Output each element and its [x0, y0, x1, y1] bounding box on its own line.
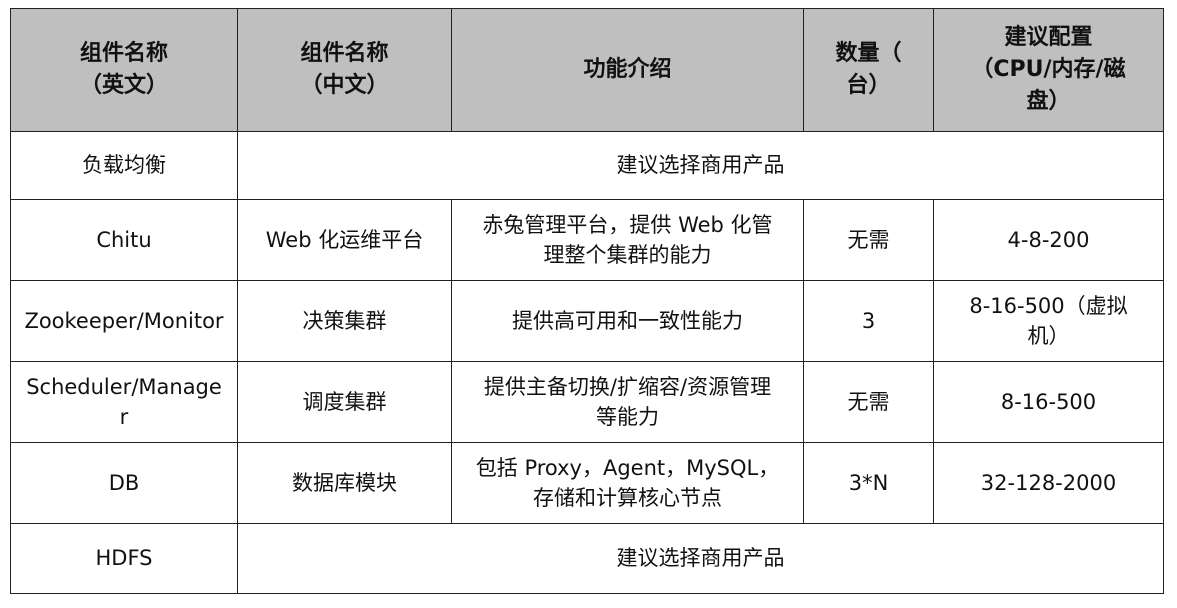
cell-function-line-1: 提供主备切换/扩缩容/资源管理: [483, 374, 772, 399]
cell-name-zh: 调度集群: [237, 361, 452, 443]
cell-name-en: DB: [10, 442, 238, 524]
cell-function-line-2: 存储和计算核心节点: [533, 486, 722, 510]
component-spec-table: 组件名称 （英文） 组件名称 （中文） 功能介绍 数量（ 台） 建议配置 （CP…: [10, 8, 1164, 594]
cell-config: 32-128-2000: [933, 442, 1164, 524]
table-row-hdfs: HDFS 建议选择商用产品: [10, 523, 1164, 594]
cell-name-en: Zookeeper/Monitor: [10, 280, 238, 362]
table-row-load-balancer: 负载均衡 建议选择商用产品: [10, 131, 1164, 200]
cell-config: 8-16-500（虚拟 机）: [933, 280, 1164, 362]
cell-name-zh: 决策集群: [237, 280, 452, 362]
cell-quantity: 无需: [803, 361, 934, 443]
header-row: 组件名称 （英文） 组件名称 （中文） 功能介绍 数量（ 台） 建议配置 （CP…: [10, 8, 1164, 132]
table-row-zookeeper: Zookeeper/Monitor 决策集群 提供高可用和一致性能力 3 8-1…: [10, 280, 1164, 362]
cell-name-en: Scheduler/Manage r: [10, 361, 238, 443]
cell-config: 4-8-200: [933, 199, 1164, 281]
header-name-en-line-2: （英文）: [79, 73, 168, 98]
cell-name-en-line-1: Scheduler/Manage: [26, 374, 222, 399]
cell-function-line-1: 包括 Proxy，Agent，MySQL，: [475, 455, 780, 480]
cell-name-zh: Web 化运维平台: [237, 199, 452, 281]
cell-quantity: 3*N: [803, 442, 934, 524]
header-name-zh: 组件名称 （中文）: [237, 8, 452, 132]
header-quantity: 数量（ 台）: [803, 8, 934, 132]
cell-name-en: Chitu: [10, 199, 238, 281]
header-name-zh-line-1: 组件名称: [300, 41, 389, 67]
cell-quantity: 无需: [803, 199, 934, 281]
cell-function-line-1: 赤兔管理平台，提供 Web 化管: [482, 212, 773, 237]
cell-config-line-1: 8-16-500（虚拟: [969, 293, 1128, 318]
header-name-en-line-1: 组件名称: [79, 41, 168, 67]
cell-quantity: 3: [803, 280, 934, 362]
cell-function: 赤兔管理平台，提供 Web 化管 理整个集群的能力: [451, 199, 804, 281]
cell-name-zh: 数据库模块: [237, 442, 452, 524]
cell-config: 8-16-500: [933, 361, 1164, 443]
cell-name-en: HDFS: [10, 523, 238, 594]
document-page: 组件名称 （英文） 组件名称 （中文） 功能介绍 数量（ 台） 建议配置 （CP…: [0, 0, 1177, 608]
cell-function-line-2: 等能力: [596, 405, 659, 429]
header-config-line-1: 建议配置: [1004, 25, 1093, 51]
header-function: 功能介绍: [451, 8, 804, 132]
cell-function-line-2: 理整个集群的能力: [543, 243, 712, 267]
table-row-scheduler: Scheduler/Manage r 调度集群 提供主备切换/扩缩容/资源管理 …: [10, 361, 1164, 443]
cell-merged-note: 建议选择商用产品: [237, 131, 1164, 200]
header-name-zh-line-2: （中文）: [300, 73, 389, 98]
cell-function: 提供高可用和一致性能力: [451, 280, 804, 362]
cell-function: 包括 Proxy，Agent，MySQL， 存储和计算核心节点: [451, 442, 804, 524]
header-config-line-3: 盘）: [1026, 88, 1071, 114]
table-row-db: DB 数据库模块 包括 Proxy，Agent，MySQL， 存储和计算核心节点…: [10, 442, 1164, 524]
header-name-en: 组件名称 （英文）: [10, 8, 238, 132]
cell-name-en: 负载均衡: [10, 131, 238, 200]
table-body: 负载均衡 建议选择商用产品 Chitu Web 化运维平台 赤兔管理平台，提供 …: [10, 131, 1164, 594]
header-config: 建议配置 （CPU/内存/磁 盘）: [933, 8, 1164, 132]
table-row-chitu: Chitu Web 化运维平台 赤兔管理平台，提供 Web 化管 理整个集群的能…: [10, 199, 1164, 281]
header-quantity-line-2: 台）: [846, 73, 891, 98]
cell-name-en-line-2: r: [119, 405, 129, 429]
header-config-line-2: （CPU/内存/磁: [971, 57, 1126, 83]
cell-config-line-2: 机）: [1027, 324, 1070, 348]
cell-merged-note: 建议选择商用产品: [237, 523, 1164, 594]
table-header: 组件名称 （英文） 组件名称 （中文） 功能介绍 数量（ 台） 建议配置 （CP…: [10, 8, 1164, 132]
header-quantity-line-1: 数量（: [835, 41, 902, 67]
cell-function: 提供主备切换/扩缩容/资源管理 等能力: [451, 361, 804, 443]
